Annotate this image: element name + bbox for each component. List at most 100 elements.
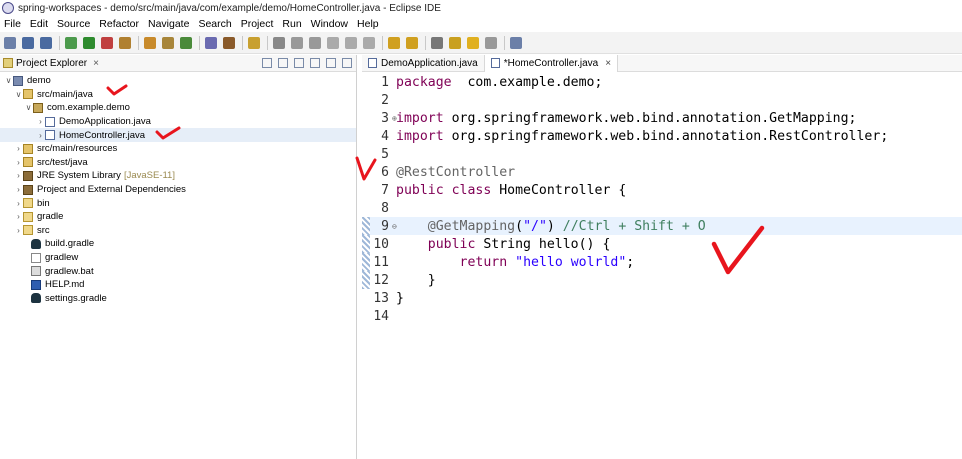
collapse-arrow-icon[interactable]: › — [14, 199, 23, 208]
project-explorer-panel: Project Explorer × ∨ demo ∨ src/main/java ∨ c… — [0, 55, 357, 459]
toolbar-separator — [425, 35, 426, 50]
terminate-icon[interactable] — [273, 36, 285, 49]
code-text: import org.springframework.web.bind.anno… — [395, 129, 888, 144]
tree-item[interactable]: settings.gradle — [0, 292, 356, 306]
menu-item-navigate[interactable]: Navigate — [148, 18, 189, 30]
code-line: 4 import org.springframework.web.bind.ann… — [362, 127, 962, 145]
next-annotation-icon[interactable] — [388, 36, 400, 49]
external-tools-icon[interactable] — [119, 36, 131, 49]
editor-tabs: DemoApplication.java *HomeController.java… — [362, 54, 962, 72]
minimize-icon[interactable] — [326, 58, 336, 68]
toggle-mark-icon[interactable] — [248, 36, 260, 49]
collapse-arrow-icon[interactable]: › — [14, 171, 23, 180]
menu-item-refactor[interactable]: Refactor — [99, 18, 139, 30]
project-icon — [13, 75, 23, 86]
menu-item-edit[interactable]: Edit — [30, 18, 48, 30]
open-type-icon[interactable] — [205, 36, 217, 49]
tree-item[interactable]: › src — [0, 224, 356, 238]
tab-demo-application[interactable]: DemoApplication.java — [362, 55, 484, 72]
back-icon[interactable] — [467, 36, 479, 49]
suspend-icon[interactable] — [291, 36, 303, 49]
prev-annotation-icon[interactable] — [406, 36, 418, 49]
project-explorer-tab[interactable]: Project Explorer × — [3, 58, 99, 69]
tab-home-controller[interactable]: *HomeController.java × — [483, 54, 619, 72]
eclipse-app-icon — [2, 2, 14, 14]
collapse-arrow-icon[interactable]: › — [36, 131, 45, 140]
menu-item-help[interactable]: Help — [357, 18, 379, 30]
menu-item-run[interactable]: Run — [282, 18, 301, 30]
new-package-icon[interactable] — [162, 36, 174, 49]
tree-item[interactable]: ∨ com.example.demo — [0, 101, 356, 115]
tree-item[interactable]: › bin — [0, 196, 356, 210]
tree-item[interactable]: › gradle — [0, 210, 356, 224]
collapse-arrow-icon[interactable]: › — [14, 226, 23, 235]
close-icon[interactable]: × — [93, 58, 99, 69]
filter-icon[interactable] — [294, 58, 304, 68]
tree-item-label: src — [37, 224, 50, 236]
step-over-icon[interactable] — [345, 36, 357, 49]
toolbar-separator — [138, 35, 139, 50]
code-line: 9 ⊖ @GetMapping("/") //Ctrl + Shift + O — [362, 217, 962, 235]
code-line: 5 — [362, 145, 962, 163]
menu-item-window[interactable]: Window — [311, 18, 348, 30]
pin-icon[interactable] — [431, 36, 443, 49]
open-perspective-icon[interactable] — [510, 36, 522, 49]
code-text: public String hello() { — [395, 237, 611, 252]
step-into-icon[interactable] — [327, 36, 339, 49]
menu-item-project[interactable]: Project — [241, 18, 274, 30]
collapse-arrow-icon[interactable]: › — [14, 185, 23, 194]
tree-item[interactable]: ∨ demo — [0, 74, 356, 88]
collapse-arrow-icon[interactable]: › — [36, 117, 45, 126]
tree-item[interactable]: › JRE System Library [JavaSE-11] — [0, 169, 356, 183]
tree-item[interactable]: › Project and External Dependencies — [0, 183, 356, 197]
tree-item[interactable]: ∨ src/main/java — [0, 88, 356, 102]
expand-arrow-icon[interactable]: ∨ — [14, 90, 23, 99]
collapse-arrow-icon[interactable]: › — [14, 144, 23, 153]
expand-arrow-icon[interactable]: ∨ — [24, 103, 33, 112]
menu-item-file[interactable]: File — [4, 18, 21, 30]
run-config-icon[interactable] — [101, 36, 113, 49]
step-return-icon[interactable] — [363, 36, 375, 49]
new-java-project-icon[interactable] — [144, 36, 156, 49]
tree-item[interactable]: › src/main/resources — [0, 142, 356, 156]
folder-icon — [23, 225, 33, 236]
maximize-icon[interactable] — [342, 58, 352, 68]
expand-arrow-icon[interactable]: ∨ — [4, 76, 13, 85]
run-icon[interactable] — [83, 36, 95, 49]
tree-item[interactable]: gradlew.bat — [0, 264, 356, 278]
forward-icon[interactable] — [485, 36, 497, 49]
save-icon[interactable] — [22, 36, 34, 49]
resume-icon[interactable] — [309, 36, 321, 49]
tree-item[interactable]: › src/test/java — [0, 156, 356, 170]
new-icon[interactable] — [4, 36, 16, 49]
code-line: 1 package com.example.demo; — [362, 73, 962, 91]
close-icon[interactable]: × — [605, 58, 611, 69]
project-explorer-header: Project Explorer × — [0, 55, 356, 72]
debug-icon[interactable] — [65, 36, 77, 49]
tree-item-label: HomeController.java — [59, 129, 146, 141]
editor-tab-label: *HomeController.java — [503, 57, 599, 69]
tree-item-label: settings.gradle — [45, 292, 107, 304]
code-area[interactable]: 1 package com.example.demo; 2 3 ⊕ import org.… — [362, 73, 962, 325]
menu-item-search[interactable]: Search — [198, 18, 231, 30]
line-number: 8 — [381, 200, 389, 216]
toolbar-separator — [382, 35, 383, 50]
search-icon[interactable] — [223, 36, 235, 49]
view-menu-icon[interactable] — [310, 58, 320, 68]
line-number: 4 — [381, 128, 389, 144]
new-class-icon[interactable] — [180, 36, 192, 49]
code-editor-panel: DemoApplication.java *HomeController.java… — [362, 54, 962, 459]
tree-item[interactable]: gradlew — [0, 251, 356, 265]
code-token: "hello wolrld" — [515, 254, 627, 270]
code-token: import — [396, 110, 444, 126]
collapse-arrow-icon[interactable]: › — [14, 212, 23, 221]
tree-item[interactable]: build.gradle — [0, 237, 356, 251]
collapse-all-icon[interactable] — [262, 58, 272, 68]
save-all-icon[interactable] — [40, 36, 52, 49]
collapse-arrow-icon[interactable]: › — [14, 158, 23, 167]
tree-item[interactable]: HELP.md — [0, 278, 356, 292]
code-line: 11 return "hello wolrld"; — [362, 253, 962, 271]
last-edit-icon[interactable] — [449, 36, 461, 49]
link-with-editor-icon[interactable] — [278, 58, 288, 68]
menu-item-source[interactable]: Source — [57, 18, 90, 30]
